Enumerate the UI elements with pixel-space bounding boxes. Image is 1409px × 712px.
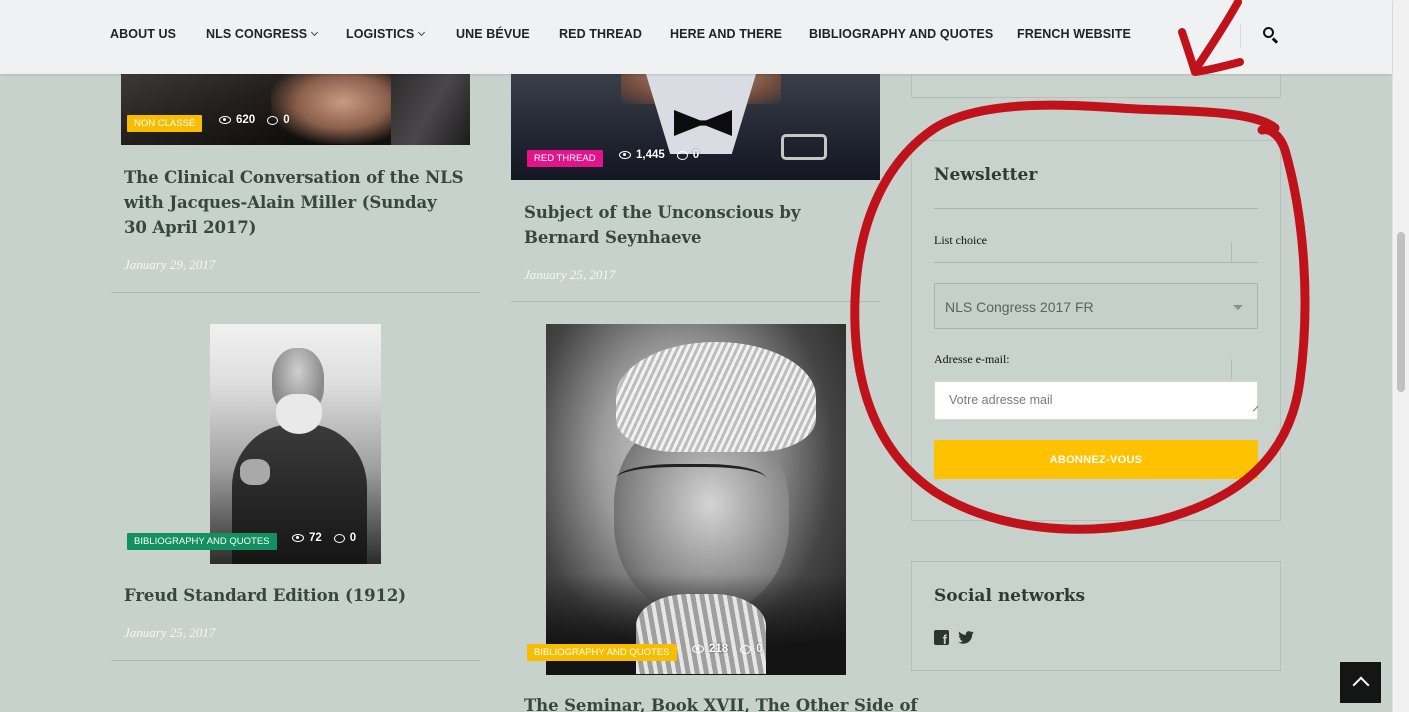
- comment-icon: [333, 533, 345, 543]
- nav-item-about-us[interactable]: ABOUT US: [110, 27, 176, 41]
- post-thumbnail[interactable]: [210, 324, 381, 564]
- comment-count: 0: [692, 149, 700, 161]
- social-widget: Social networks: [911, 561, 1281, 671]
- photo-detail: [636, 594, 766, 674]
- caret-down-icon: [1233, 305, 1243, 310]
- chevron-down-icon: [311, 28, 319, 37]
- nav-label: BIBLIOGRAPHY AND QUOTES: [809, 27, 994, 41]
- nav-label: FRENCH WEBSITE: [1017, 27, 1131, 41]
- widget-title: Social networks: [934, 586, 1086, 606]
- eye-icon: [219, 116, 231, 124]
- nav-label: LOGISTICS: [346, 27, 415, 41]
- post-date: January 29, 2017: [124, 257, 216, 272]
- post-separator: [111, 292, 480, 293]
- nav-item-logistics[interactable]: LOGISTICS: [346, 27, 426, 41]
- search-icon[interactable]: [1262, 26, 1282, 46]
- nav-item-une-bevue[interactable]: UNE BÉVUE: [456, 27, 530, 41]
- post-title[interactable]: Freud Standard Edition (1912): [124, 583, 464, 608]
- scrollbar-thumb[interactable]: [1397, 232, 1405, 392]
- eye-icon: [692, 645, 704, 653]
- category-badge[interactable]: BIBLIOGRAPHY AND QUOTES: [127, 533, 277, 550]
- email-field[interactable]: [934, 381, 1258, 420]
- category-badge[interactable]: BIBLIOGRAPHY AND QUOTES: [527, 644, 677, 661]
- photo-detail: [646, 74, 756, 154]
- nav-label: RED THREAD: [559, 27, 642, 41]
- field-divider: [1231, 359, 1232, 379]
- photo-detail: [271, 74, 391, 144]
- view-count: 1,445: [636, 149, 665, 161]
- post-separator: [511, 301, 880, 302]
- photo-detail: [276, 394, 322, 434]
- chevron-down-icon: [418, 28, 426, 37]
- nav-item-here-and-there[interactable]: HERE AND THERE: [670, 27, 782, 41]
- back-to-top-button[interactable]: [1340, 662, 1381, 703]
- post-stats: 1,445 0: [619, 149, 699, 161]
- photo-detail: [391, 74, 470, 145]
- list-choice-label: List choice: [934, 233, 987, 247]
- view-count: 72: [309, 532, 322, 544]
- field-rule: [934, 262, 1258, 263]
- photo-detail: [616, 342, 816, 452]
- comment-icon: [676, 150, 688, 160]
- subscribe-button[interactable]: ABONNEZ-VOUS: [934, 440, 1258, 479]
- post-stats: 218 0: [692, 643, 763, 655]
- photo-detail: [616, 464, 766, 500]
- post-title[interactable]: The Seminar, Book XVII, The Other Side o…: [524, 693, 918, 712]
- widget-title: Newsletter: [934, 165, 1038, 185]
- nav-divider: [1240, 24, 1241, 48]
- post-date: January 25, 2017: [524, 267, 616, 282]
- comment-count: 0: [349, 532, 357, 544]
- list-select[interactable]: NLS Congress 2017 FR: [934, 283, 1258, 329]
- page-scrollbar[interactable]: [1392, 0, 1409, 712]
- nav-item-nls-congress[interactable]: NLS CONGRESS: [206, 27, 319, 41]
- eye-icon: [292, 534, 304, 542]
- nav-label: NLS CONGRESS: [206, 27, 308, 41]
- top-navigation: ABOUT US NLS CONGRESS LOGISTICS UNE BÉVU…: [0, 0, 1392, 74]
- comment-count: 0: [756, 643, 763, 655]
- comment-icon: [740, 644, 752, 654]
- post-thumbnail[interactable]: [121, 74, 470, 145]
- social-icons: [934, 630, 974, 647]
- title-rule: [934, 208, 1258, 209]
- photo-detail: [240, 459, 270, 485]
- nav-label: HERE AND THERE: [670, 27, 783, 41]
- email-label: Adresse e-mail:: [934, 352, 1010, 366]
- nav-item-bibliography-and-quotes[interactable]: BIBLIOGRAPHY AND QUOTES: [809, 27, 993, 41]
- category-badge[interactable]: NON CLASSÉ: [127, 115, 203, 132]
- post-date: January 25, 2017: [124, 625, 216, 640]
- post-stats: 72 0: [292, 532, 356, 544]
- comment-icon: [267, 115, 279, 125]
- view-count: 218: [709, 643, 729, 655]
- post-title[interactable]: The Clinical Conversation of the NLS wit…: [124, 165, 464, 240]
- nav-item-red-thread[interactable]: RED THREAD: [559, 27, 642, 41]
- field-divider: [1231, 242, 1232, 262]
- post-separator: [111, 660, 480, 661]
- post-stats: 620 0: [219, 114, 290, 126]
- category-badge[interactable]: RED THREAD: [527, 150, 603, 167]
- eye-icon: [619, 151, 631, 159]
- comment-count: 0: [283, 114, 290, 126]
- newsletter-widget: Newsletter List choice NLS Congress 2017…: [911, 140, 1281, 521]
- facebook-icon[interactable]: [934, 630, 949, 647]
- nav-label: ABOUT US: [110, 27, 177, 41]
- view-count: 620: [236, 114, 256, 126]
- nav-item-french-website[interactable]: FRENCH WEBSITE: [1017, 27, 1131, 41]
- post-title[interactable]: Subject of the Unconscious by Bernard Se…: [524, 200, 864, 250]
- twitter-icon[interactable]: [958, 631, 974, 644]
- list-select-value: NLS Congress 2017 FR: [945, 299, 1094, 315]
- post-thumbnail[interactable]: [546, 324, 846, 675]
- nav-label: UNE BÉVUE: [456, 27, 530, 41]
- photo-detail: [781, 134, 827, 160]
